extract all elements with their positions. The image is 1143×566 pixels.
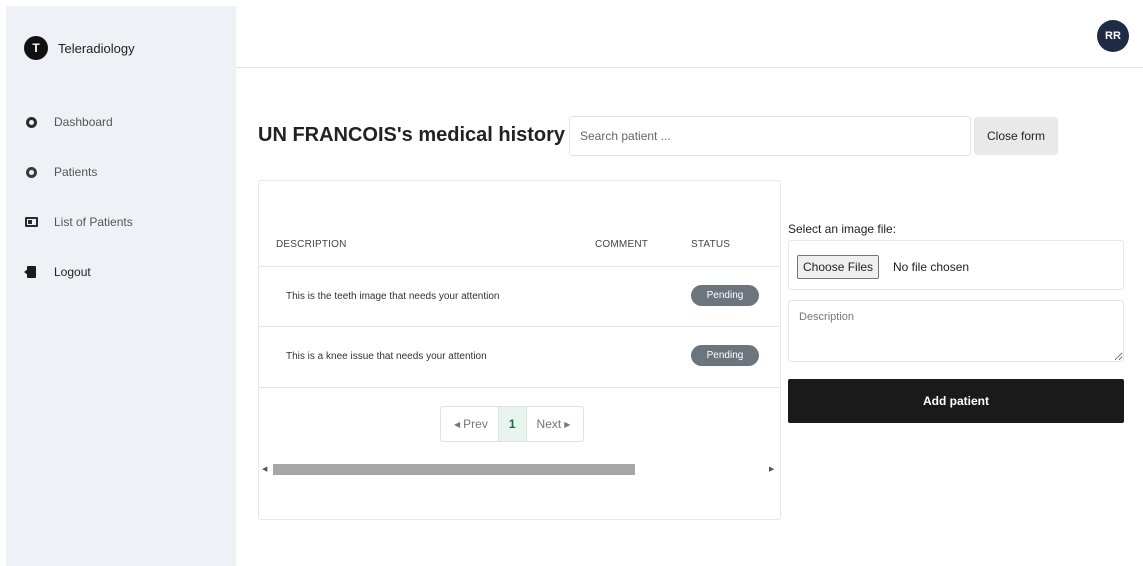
users-icon [24,165,38,179]
status-badge: Pending [691,345,759,366]
column-header-description: DESCRIPTION [276,239,347,250]
column-header-status: STATUS [691,239,731,250]
sidebar-item-label: List of Patients [54,215,133,229]
page-title: UN FRANCOIS's medical history [258,124,566,146]
file-input-label: Select an image file: [788,222,897,236]
status-badge: Pending [691,285,759,306]
chevron-left-icon: ◀ [454,419,461,429]
page-number-button[interactable]: 1 [497,407,527,441]
top-bar: RR [236,0,1143,68]
search-input[interactable] [569,116,971,156]
brand-name: Teleradiology [58,40,135,56]
sidebar-item-dashboard[interactable]: Dashboard [24,114,133,130]
sidebar: T Teleradiology Dashboard Patients List … [6,6,236,566]
prev-page-button[interactable]: ◀ Prev [441,407,498,441]
file-status-text: No file chosen [893,260,970,274]
prev-label: Prev [463,417,488,431]
avatar[interactable]: RR [1097,20,1129,52]
scrollbar-thumb[interactable] [273,464,635,475]
row-description: This is a knee issue that needs your att… [286,351,487,362]
row-description: This is the teeth image that needs your … [286,291,500,302]
close-form-button[interactable]: Close form [974,117,1058,155]
sidebar-item-patients[interactable]: Patients [24,164,133,180]
circle-dot-icon [24,115,38,129]
row-divider [259,387,780,388]
pagination: ◀ Prev 1 Next ▶ [440,406,585,442]
table-row: This is the teeth image that needs your … [259,266,780,326]
scroll-right-arrow-icon[interactable]: ▶ [769,465,774,473]
chevron-right-icon: ▶ [564,419,571,429]
medical-history-table: DESCRIPTION COMMENT STATUS This is the t… [258,180,781,520]
file-input-field: Choose Files No file chosen [788,240,1124,290]
column-header-comment: COMMENT [595,239,649,250]
table-row: This is a knee issue that needs your att… [259,326,780,386]
sidebar-item-list-of-patients[interactable]: List of Patients [24,214,133,230]
id-card-icon [24,215,38,229]
brand-logo: T [24,36,48,60]
sidebar-item-label: Logout [54,265,91,279]
scroll-left-arrow-icon[interactable]: ◀ [262,465,267,473]
sidebar-item-label: Patients [54,165,98,179]
logout-door-icon [24,265,38,279]
sidebar-item-logout[interactable]: Logout [24,264,133,280]
next-page-button[interactable]: Next ▶ [527,407,584,441]
horizontal-scrollbar[interactable]: ◀ ▶ [259,462,780,476]
brand[interactable]: T Teleradiology [24,36,135,60]
next-label: Next [536,417,562,431]
add-patient-button[interactable]: Add patient [788,379,1124,423]
add-patient-form: Select an image file: Choose Files No fi… [788,220,1124,423]
sidebar-item-label: Dashboard [54,115,113,129]
sidebar-nav: Dashboard Patients List of Patients Logo… [24,114,133,314]
choose-files-button[interactable]: Choose Files [797,255,880,279]
description-field[interactable] [788,300,1124,362]
